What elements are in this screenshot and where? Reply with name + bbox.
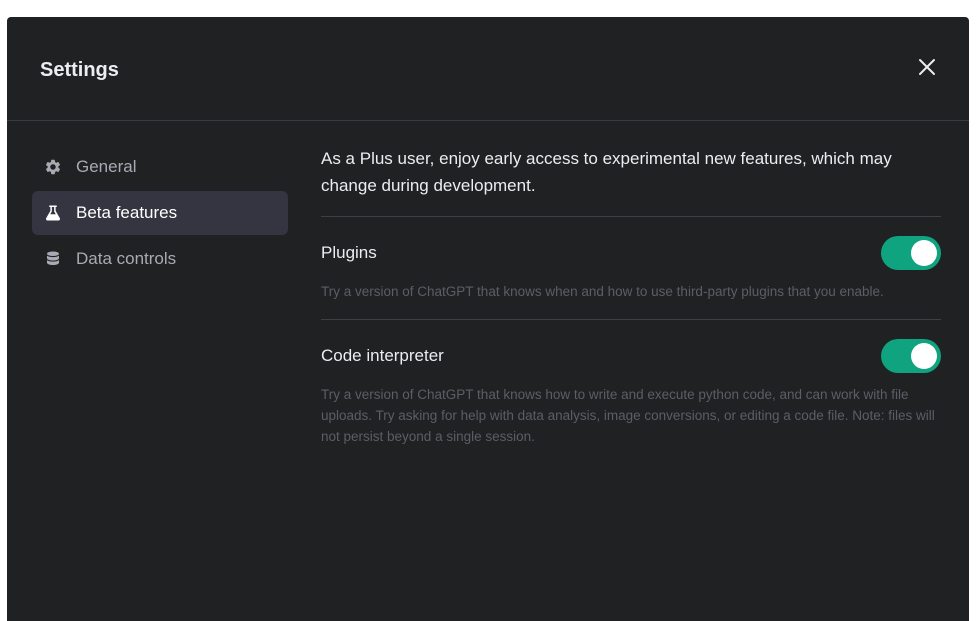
feature-plugins: Plugins Try a version of ChatGPT that kn…	[321, 217, 941, 320]
sidebar-item-label: General	[76, 157, 137, 176]
sidebar-item-data-controls[interactable]: Data controls	[32, 237, 288, 281]
sidebar-item-label: Data controls	[76, 249, 177, 268]
database-icon	[44, 250, 62, 268]
settings-modal: Settings General Beta features Data cont…	[7, 17, 969, 621]
toggle-knob	[911, 240, 937, 266]
intro-text: As a Plus user, enjoy early access to ex…	[321, 145, 941, 217]
plugins-toggle[interactable]	[881, 236, 941, 270]
sidebar-item-general[interactable]: General	[32, 145, 288, 189]
feature-name: Code interpreter	[321, 346, 444, 365]
toggle-knob	[911, 343, 937, 369]
sidebar-item-beta-features[interactable]: Beta features	[32, 191, 288, 235]
settings-sidebar: General Beta features Data controls	[32, 145, 288, 283]
flask-icon	[44, 204, 62, 222]
feature-row: Plugins	[321, 235, 941, 271]
sidebar-item-label: Beta features	[76, 203, 178, 222]
feature-code-interpreter: Code interpreter Try a version of ChatGP…	[321, 320, 941, 464]
code-interpreter-toggle[interactable]	[881, 339, 941, 373]
beta-features-panel: As a Plus user, enjoy early access to ex…	[321, 145, 941, 464]
modal-title: Settings	[40, 59, 119, 81]
feature-description: Try a version of ChatGPT that knows how …	[321, 387, 935, 444]
feature-description: Try a version of ChatGPT that knows when…	[321, 284, 884, 299]
gear-icon	[44, 158, 62, 176]
close-button[interactable]	[913, 55, 941, 83]
feature-name: Plugins	[321, 243, 377, 262]
close-icon	[918, 58, 936, 81]
feature-row: Code interpreter	[321, 338, 941, 374]
modal-header: Settings	[7, 17, 969, 121]
